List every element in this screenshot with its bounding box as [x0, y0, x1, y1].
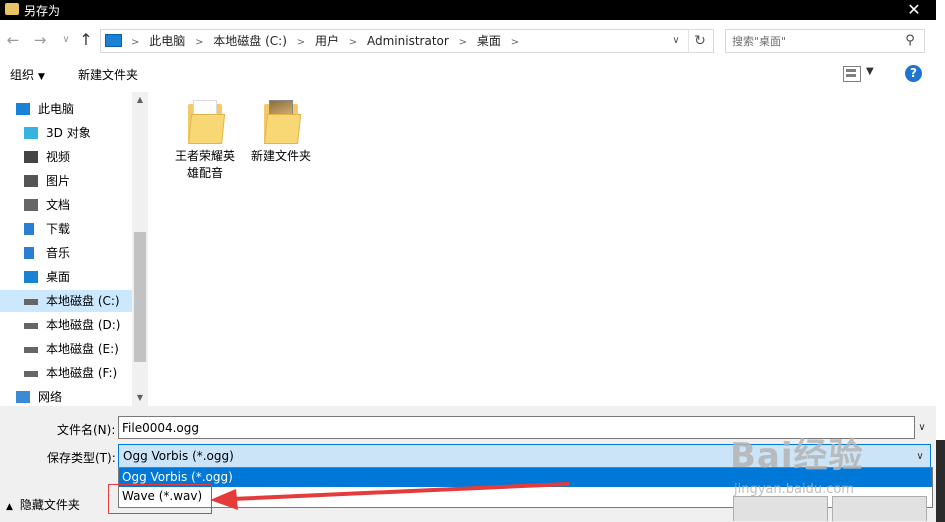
watermark-brand: Bai经验: [730, 436, 864, 476]
watermark-url: jingyan.baidu.com: [734, 482, 854, 497]
background-window-edge-dark: [936, 440, 945, 522]
save-as-dialog: 另存为 ✕ ← → ∨ ↑ > 此电脑 > 本地磁盘 (C:) > 用户 > A…: [0, 0, 936, 522]
watermark: Bai经验 jingyan.baidu.com: [730, 428, 910, 498]
